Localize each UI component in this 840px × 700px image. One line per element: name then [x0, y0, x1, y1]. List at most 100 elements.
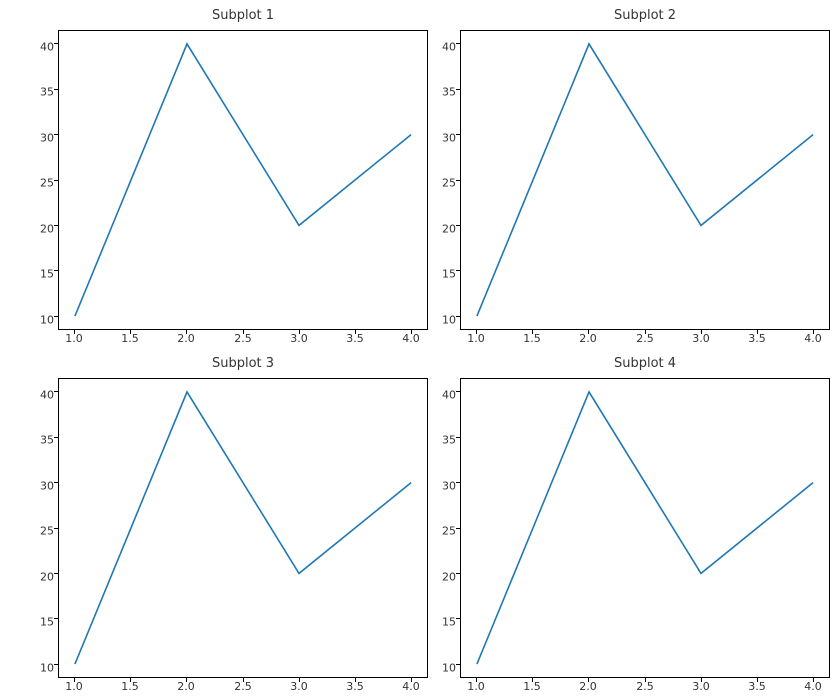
- ytick-label: 25: [426, 177, 456, 190]
- ytick-mark: [54, 270, 58, 271]
- ytick-label: 35: [24, 86, 54, 99]
- ytick-mark: [456, 225, 460, 226]
- ytick-mark: [456, 618, 460, 619]
- ytick-label: 40: [24, 389, 54, 402]
- ytick-mark: [54, 89, 58, 90]
- subplot-1-axes: [58, 30, 428, 330]
- xtick-label: 4.0: [804, 332, 822, 345]
- ytick-mark: [456, 573, 460, 574]
- ytick-label: 15: [426, 616, 456, 629]
- xtick-label: 3.5: [346, 332, 364, 345]
- xtick-label: 3.5: [346, 680, 364, 693]
- ytick-mark: [54, 316, 58, 317]
- ytick-label: 10: [426, 662, 456, 675]
- ytick-mark: [54, 437, 58, 438]
- ytick-mark: [54, 664, 58, 665]
- subplot-3-line: [59, 379, 427, 677]
- ytick-label: 20: [426, 571, 456, 584]
- xtick-label: 1.5: [121, 332, 139, 345]
- subplot-3: Subplot 3 10 15 20 25 30 35 40 1.0 1.5 2…: [58, 378, 428, 678]
- xtick-label: 2.5: [234, 680, 252, 693]
- xtick-label: 4.0: [804, 680, 822, 693]
- ytick-label: 10: [24, 662, 54, 675]
- xtick-label: 2.0: [579, 680, 597, 693]
- ytick-label: 30: [24, 132, 54, 145]
- ytick-label: 15: [426, 268, 456, 281]
- xtick-label: 1.0: [65, 332, 83, 345]
- xtick-label: 3.0: [290, 332, 308, 345]
- ytick-label: 25: [426, 525, 456, 538]
- subplot-4-axes: [460, 378, 830, 678]
- xtick-label: 1.5: [523, 332, 541, 345]
- ytick-mark: [456, 89, 460, 90]
- ytick-mark: [54, 43, 58, 44]
- xtick-label: 1.0: [467, 332, 485, 345]
- xtick-label: 2.0: [177, 680, 195, 693]
- xtick-label: 4.0: [402, 680, 420, 693]
- xtick-label: 2.0: [579, 332, 597, 345]
- subplot-2-series: [477, 44, 813, 316]
- ytick-mark: [54, 134, 58, 135]
- subplot-2: Subplot 2 10 15 20 25 30 35 40 1.0 1.5 2…: [460, 30, 830, 330]
- ytick-label: 25: [24, 177, 54, 190]
- ytick-mark: [456, 391, 460, 392]
- ytick-label: 40: [24, 41, 54, 54]
- ytick-mark: [456, 180, 460, 181]
- subplot-4-series: [477, 392, 813, 664]
- xtick-label: 1.0: [467, 680, 485, 693]
- subplot-1-series: [75, 44, 411, 316]
- ytick-mark: [54, 618, 58, 619]
- ytick-label: 25: [24, 525, 54, 538]
- xtick-label: 1.0: [65, 680, 83, 693]
- xtick-label: 3.0: [692, 680, 710, 693]
- ytick-label: 30: [24, 480, 54, 493]
- xtick-label: 3.5: [748, 680, 766, 693]
- xtick-label: 2.5: [636, 332, 654, 345]
- xtick-label: 1.5: [523, 680, 541, 693]
- ytick-label: 40: [426, 389, 456, 402]
- subplot-2-axes: [460, 30, 830, 330]
- xtick-label: 2.5: [234, 332, 252, 345]
- subplot-4-title: Subplot 4: [460, 356, 830, 371]
- ytick-label: 10: [426, 314, 456, 327]
- subplot-1-line: [59, 31, 427, 329]
- subplot-3-series: [75, 392, 411, 664]
- ytick-mark: [54, 482, 58, 483]
- subplot-1: Subplot 1 10 15 20 25 30 35 40 1.0 1.5 2…: [58, 30, 428, 330]
- ytick-mark: [54, 391, 58, 392]
- ytick-mark: [54, 528, 58, 529]
- subplot-1-title: Subplot 1: [58, 8, 428, 23]
- ytick-label: 20: [24, 571, 54, 584]
- ytick-mark: [456, 664, 460, 665]
- ytick-label: 35: [24, 434, 54, 447]
- subplot-2-title: Subplot 2: [460, 8, 830, 23]
- subplot-2-line: [461, 31, 829, 329]
- subplot-3-title: Subplot 3: [58, 356, 428, 371]
- ytick-mark: [54, 225, 58, 226]
- ytick-label: 20: [426, 223, 456, 236]
- subplot-4-line: [461, 379, 829, 677]
- subplot-4: Subplot 4 10 15 20 25 30 35 40 1.0 1.5 2…: [460, 378, 830, 678]
- ytick-mark: [456, 316, 460, 317]
- ytick-mark: [456, 270, 460, 271]
- ytick-label: 35: [426, 86, 456, 99]
- ytick-label: 10: [24, 314, 54, 327]
- ytick-label: 35: [426, 434, 456, 447]
- xtick-label: 2.5: [636, 680, 654, 693]
- figure: Subplot 1 10 15 20 25 30 35 40 1.0 1.5 2…: [0, 0, 840, 700]
- ytick-mark: [456, 482, 460, 483]
- xtick-label: 3.5: [748, 332, 766, 345]
- ytick-mark: [54, 573, 58, 574]
- ytick-mark: [456, 134, 460, 135]
- subplot-3-axes: [58, 378, 428, 678]
- ytick-label: 15: [24, 268, 54, 281]
- ytick-label: 30: [426, 132, 456, 145]
- ytick-label: 30: [426, 480, 456, 493]
- ytick-mark: [54, 180, 58, 181]
- ytick-mark: [456, 437, 460, 438]
- ytick-mark: [456, 528, 460, 529]
- ytick-mark: [456, 43, 460, 44]
- xtick-label: 3.0: [692, 332, 710, 345]
- ytick-label: 15: [24, 616, 54, 629]
- xtick-label: 2.0: [177, 332, 195, 345]
